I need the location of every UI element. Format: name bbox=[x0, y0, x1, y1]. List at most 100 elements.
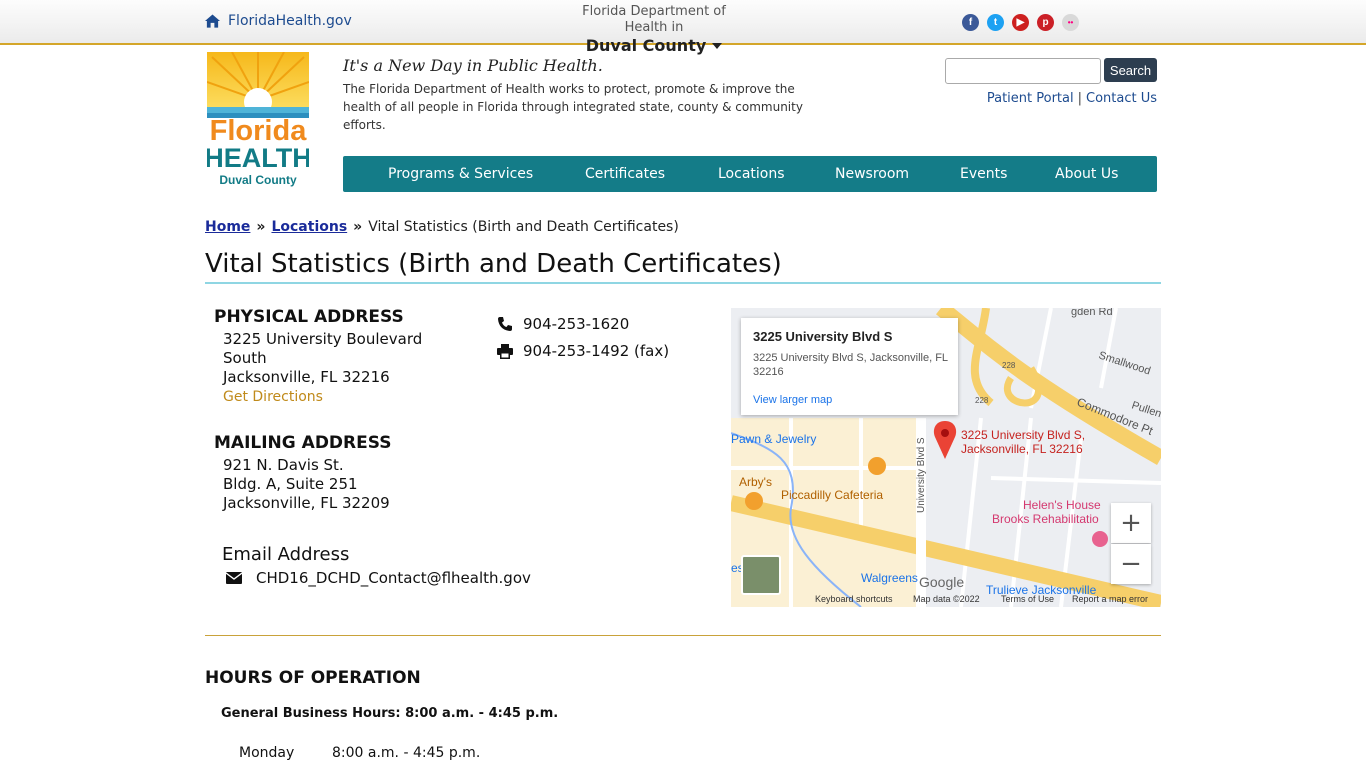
county-pre-label: Florida Department of Health in bbox=[582, 4, 726, 35]
facebook-icon[interactable]: f bbox=[962, 14, 979, 31]
keyboard-shortcuts-link[interactable]: Keyboard shortcuts bbox=[815, 594, 893, 604]
home-icon bbox=[205, 14, 220, 28]
map-info-card: 3225 University Blvd S 3225 University B… bbox=[741, 318, 958, 415]
map-road-label: University Blvd S bbox=[916, 437, 927, 513]
section-divider bbox=[205, 635, 1161, 636]
social-glyph: p bbox=[1042, 17, 1049, 28]
satellite-toggle[interactable] bbox=[741, 555, 781, 595]
breadcrumb: Home » Locations » Vital Statistics (Birth a… bbox=[205, 219, 679, 235]
nav-newsroom[interactable]: Newsroom bbox=[835, 166, 909, 182]
logo-line-2: HEALTH bbox=[207, 143, 309, 173]
hours-day: Monday bbox=[239, 745, 295, 761]
social-glyph: ▶ bbox=[1016, 17, 1025, 28]
breadcrumb-locations[interactable]: Locations bbox=[271, 219, 347, 235]
map-poi-label: Helen's House bbox=[1023, 498, 1101, 512]
breadcrumb-separator: » bbox=[353, 219, 363, 235]
hours-time: 8:00 a.m. - 4:45 p.m. bbox=[332, 745, 481, 761]
county-name-label: Duval County bbox=[585, 36, 707, 55]
phone-row: 904-253-1620 bbox=[497, 315, 629, 333]
terms-of-use-link[interactable]: Terms of Use bbox=[1001, 594, 1054, 604]
florida-health-duval-logo[interactable]: Florida HEALTH Duval County bbox=[204, 51, 312, 188]
page-title: Vital Statistics (Birth and Death Certif… bbox=[205, 249, 782, 279]
title-divider bbox=[205, 282, 1161, 284]
physical-address: 3225 University Boulevard South Jacksonv… bbox=[223, 330, 422, 387]
mission-statement: The Florida Department of Health works t… bbox=[343, 82, 803, 132]
email-heading: Email Address bbox=[222, 544, 350, 565]
restaurant-pin-icon bbox=[745, 492, 763, 510]
nav-about-us[interactable]: About Us bbox=[1055, 166, 1118, 182]
view-larger-map-link[interactable]: View larger map bbox=[753, 394, 832, 406]
printer-icon bbox=[497, 343, 513, 359]
mailing-address: 921 N. Davis St. Bldg. A, Suite 251 Jack… bbox=[223, 456, 390, 513]
social-glyph: f bbox=[968, 17, 973, 28]
youtube-icon[interactable]: ▶ bbox=[1012, 14, 1029, 31]
map-card-title: 3225 University Blvd S bbox=[753, 329, 893, 344]
map-highway-shield: 228 bbox=[975, 396, 989, 405]
map-footer: Keyboard shortcuts Map data ©2022 Terms … bbox=[731, 593, 1161, 607]
home-link-label: FloridaHealth.gov bbox=[228, 13, 352, 29]
report-map-error-link[interactable]: Report a map error bbox=[1072, 594, 1148, 604]
email-row: CHD16_DCHD_Contact@flhealth.gov bbox=[226, 569, 531, 587]
mailing-address-line: Bldg. A, Suite 251 bbox=[223, 475, 358, 493]
social-glyph: t bbox=[993, 17, 998, 28]
map-poi-label: Brooks Rehabilitatio bbox=[992, 512, 1099, 526]
email-link[interactable]: CHD16_DCHD_Contact@flhealth.gov bbox=[256, 569, 531, 587]
map-poi-label: Piccadilly Cafeteria bbox=[781, 488, 883, 502]
restaurant-pin-icon bbox=[868, 457, 886, 475]
map-poi-label: Arby's bbox=[739, 475, 772, 489]
map-road-label: gden Rd bbox=[1071, 308, 1113, 318]
breadcrumb-separator: » bbox=[256, 219, 266, 235]
floridahealth-home-link[interactable]: FloridaHealth.gov bbox=[205, 13, 352, 29]
fax-number: 904-253-1492 (fax) bbox=[523, 342, 670, 360]
phone-icon bbox=[498, 317, 512, 331]
nav-events[interactable]: Events bbox=[960, 166, 1007, 182]
county-selector[interactable]: Florida Department of Health in Duval Co… bbox=[560, 4, 748, 55]
fax-row: 904-253-1492 (fax) bbox=[497, 342, 669, 360]
search-input[interactable] bbox=[945, 58, 1101, 84]
mailing-address-line: Jacksonville, FL 32209 bbox=[223, 494, 390, 512]
contact-us-link[interactable]: Contact Us bbox=[1086, 91, 1157, 106]
twitter-icon[interactable]: t bbox=[987, 14, 1004, 31]
hospital-pin-icon bbox=[1092, 531, 1108, 547]
nav-certificates[interactable]: Certificates bbox=[585, 166, 665, 182]
zoom-in-button[interactable]: + bbox=[1111, 503, 1151, 543]
pinterest-icon[interactable]: p bbox=[1037, 14, 1054, 31]
search-button[interactable]: Search bbox=[1104, 58, 1157, 82]
general-hours: General Business Hours: 8:00 a.m. - 4:45… bbox=[221, 706, 559, 721]
google-logo: Google bbox=[919, 574, 964, 590]
social-glyph: •• bbox=[1067, 18, 1074, 27]
map-data-label: Map data ©2022 bbox=[913, 594, 980, 604]
hours-heading: HOURS OF OPERATION bbox=[205, 668, 421, 688]
physical-address-heading: PHYSICAL ADDRESS bbox=[214, 307, 404, 327]
breadcrumb-current: Vital Statistics (Birth and Death Certif… bbox=[368, 219, 679, 235]
map-card-address: 3225 University Blvd S, Jacksonville, FL… bbox=[753, 352, 948, 378]
pin-address-line: Jacksonville, FL 32216 bbox=[961, 442, 1083, 456]
tagline: It's a New Day in Public Health. bbox=[343, 56, 603, 75]
pin-address-line: 3225 University Blvd S, bbox=[961, 428, 1085, 442]
main-nav: Programs & Services Certificates Locatio… bbox=[343, 156, 1157, 192]
get-directions-link[interactable]: Get Directions bbox=[223, 389, 323, 405]
util-separator: | bbox=[1077, 91, 1082, 106]
county-dropdown[interactable]: Duval County bbox=[586, 36, 723, 55]
map-poi-label: Pawn & Jewelry bbox=[731, 432, 816, 446]
mailing-address-line: 921 N. Davis St. bbox=[223, 456, 344, 474]
phone-number[interactable]: 904-253-1620 bbox=[523, 315, 629, 333]
physical-address-line: South bbox=[223, 349, 267, 367]
mailing-address-heading: MAILING ADDRESS bbox=[214, 433, 392, 453]
social-links: f t ▶ p •• bbox=[962, 14, 1079, 31]
map-highway-shield: 228 bbox=[1002, 361, 1016, 370]
flickr-icon[interactable]: •• bbox=[1062, 14, 1079, 31]
physical-address-line: 3225 University Boulevard bbox=[223, 330, 423, 348]
caret-down-icon bbox=[712, 42, 723, 49]
envelope-icon bbox=[226, 572, 242, 584]
physical-address-line: Jacksonville, FL 32216 bbox=[223, 368, 390, 386]
zoom-out-button[interactable]: − bbox=[1111, 544, 1151, 584]
breadcrumb-home[interactable]: Home bbox=[205, 219, 250, 235]
map-poi-label: Walgreens bbox=[861, 571, 918, 585]
patient-portal-link[interactable]: Patient Portal bbox=[987, 91, 1074, 106]
logo-line-3: Duval County bbox=[219, 173, 297, 187]
nav-locations[interactable]: Locations bbox=[718, 166, 785, 182]
nav-programs-services[interactable]: Programs & Services bbox=[388, 166, 533, 182]
utility-links: Patient Portal | Contact Us bbox=[987, 91, 1157, 106]
logo-graphic: Florida HEALTH Duval County bbox=[204, 51, 312, 187]
